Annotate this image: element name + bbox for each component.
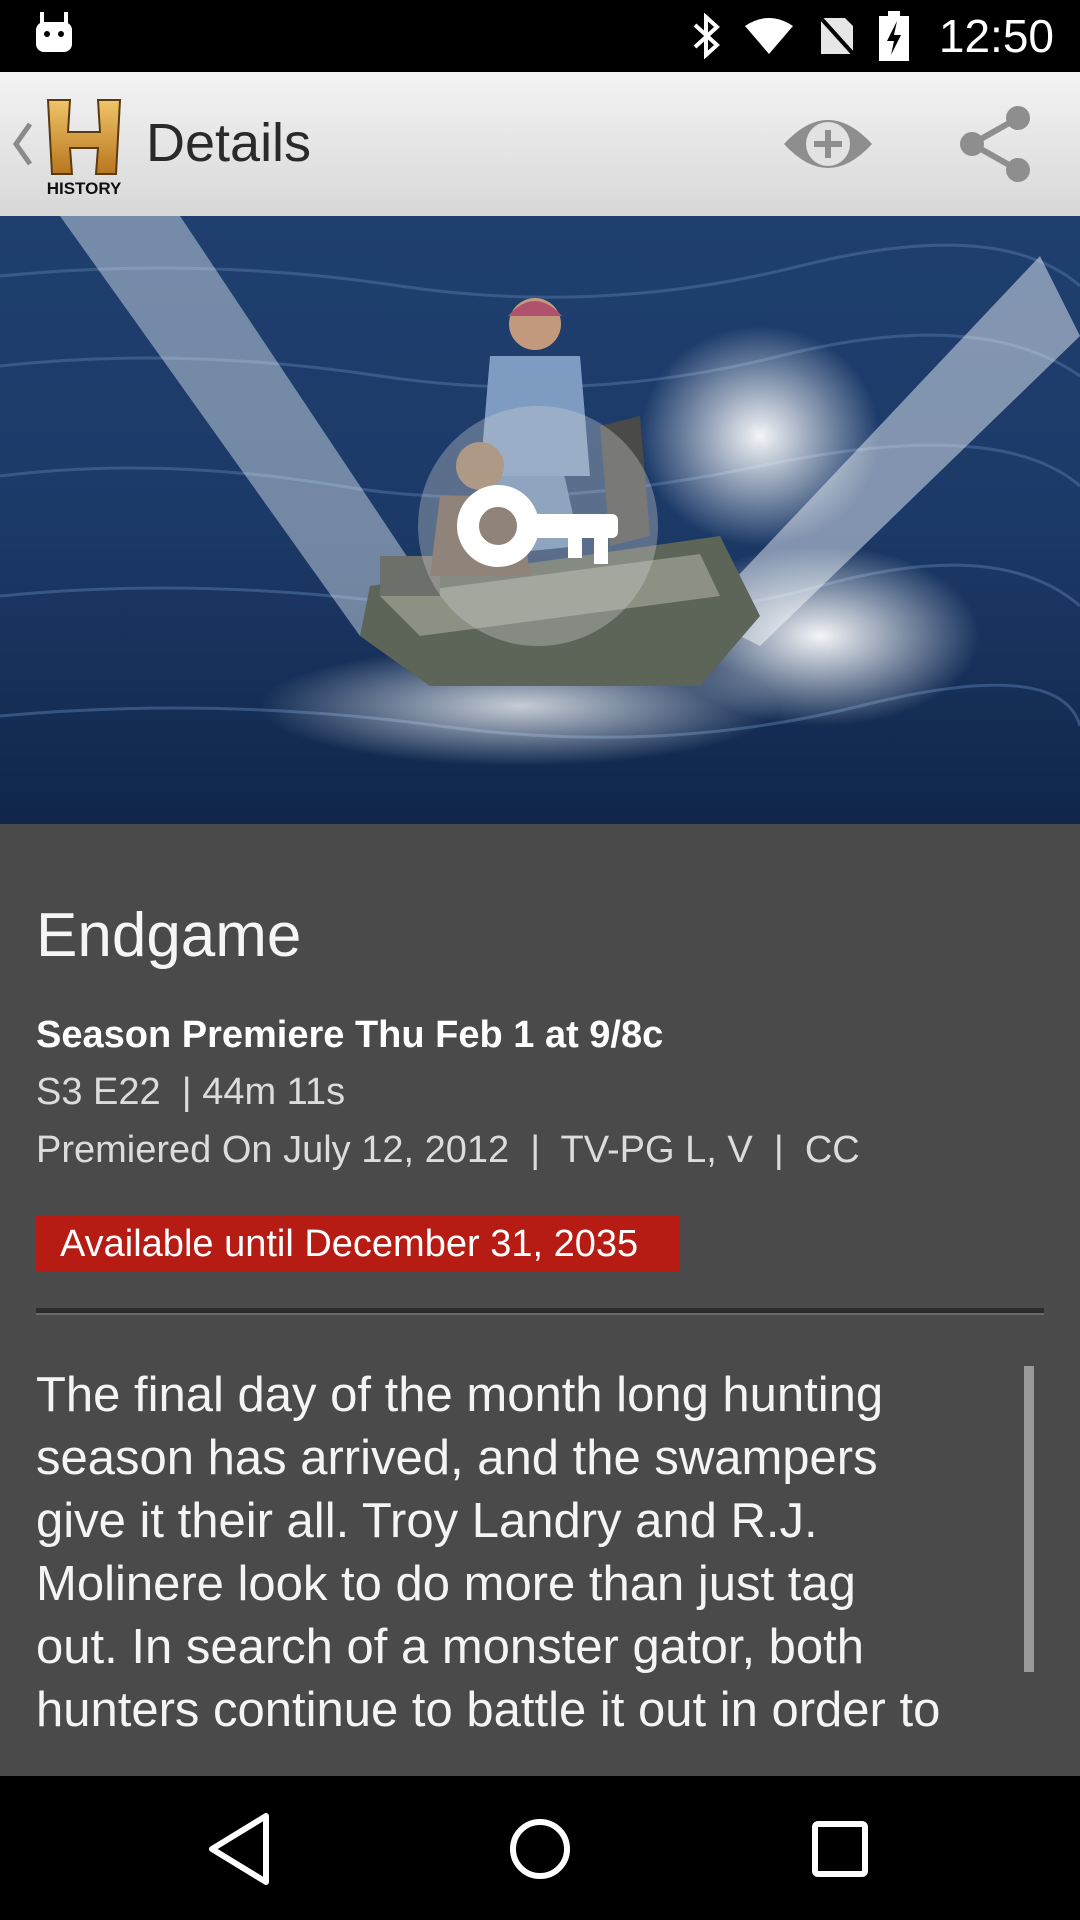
bluetooth-icon	[693, 13, 720, 59]
no-sim-icon	[817, 14, 857, 58]
history-logo-mark: HISTORY	[47, 99, 122, 198]
back-triangle-icon[interactable]	[196, 1804, 286, 1894]
status-bar: 12:50	[0, 0, 1080, 72]
recents-square-icon[interactable]	[795, 1804, 885, 1894]
app-bar: HISTORY Details	[0, 72, 1080, 216]
episode-description[interactable]: The final day of the month long hunting …	[36, 1364, 1056, 1742]
watchlist-add-icon[interactable]	[780, 108, 876, 180]
description-line: The final day of the month long hunting	[36, 1368, 884, 1422]
svg-text:HISTORY: HISTORY	[47, 179, 122, 198]
back-chevron-icon[interactable]	[10, 114, 36, 174]
system-nav-bar	[0, 1776, 1080, 1920]
premiere-rating-info: Premiered On July 12, 2012 | TV-PG L, V …	[36, 1129, 860, 1171]
episode-hero-image[interactable]	[0, 216, 1080, 824]
wifi-icon	[744, 18, 793, 54]
status-time: 12:50	[938, 10, 1054, 62]
divider	[36, 1308, 1044, 1315]
locked-content-overlay[interactable]	[418, 406, 658, 646]
history-logo[interactable]: HISTORY	[38, 94, 130, 198]
key-lock-icon	[457, 485, 618, 567]
page-title: Details	[146, 113, 312, 173]
battery-charging-icon	[878, 11, 909, 61]
season-premiere-text: Season Premiere Thu Feb 1 at 9/8c	[36, 1014, 664, 1056]
description-scrollbar[interactable]	[1024, 1366, 1034, 1672]
android-debug-icon	[36, 12, 72, 52]
home-circle-icon[interactable]	[495, 1804, 585, 1894]
description-line: season has arrived, and the swampers	[36, 1431, 878, 1485]
availability-badge: Available until December 31, 2035	[36, 1216, 680, 1272]
share-icon[interactable]	[958, 104, 1034, 184]
episode-title: Endgame	[36, 901, 302, 970]
description-line: give it their all. Troy Landry and R.J.	[36, 1494, 818, 1548]
season-episode-duration: S3 E22 | 44m 11s	[36, 1071, 346, 1113]
description-line: out. In search of a monster gator, both	[36, 1620, 865, 1674]
description-line: Molinere look to do more than just tag	[36, 1557, 856, 1611]
episode-details: Endgame Season Premiere Thu Feb 1 at 9/8…	[0, 824, 1080, 1776]
description-line: hunters continue to battle it out in ord…	[36, 1683, 941, 1737]
